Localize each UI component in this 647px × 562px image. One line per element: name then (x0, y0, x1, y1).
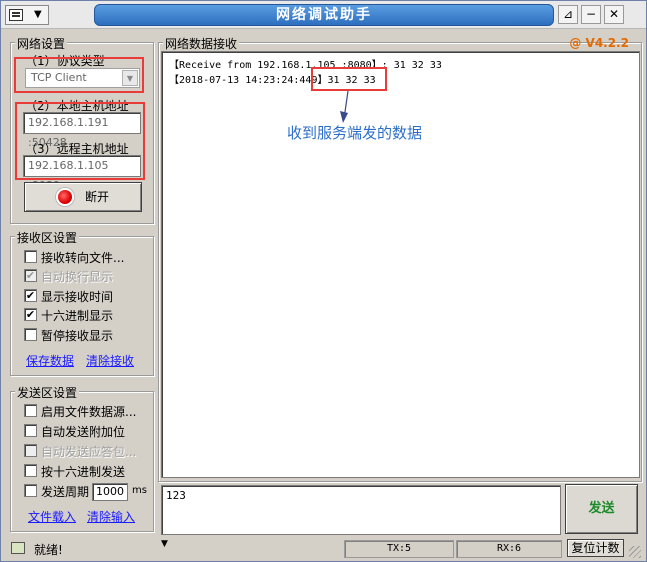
annotation-box-data (311, 67, 387, 91)
option-label: 启用文件数据源... (41, 405, 137, 419)
receive-settings-legend: 接收区设置 (15, 229, 80, 246)
status-led-icon (58, 190, 72, 204)
annotation-box-protocol (14, 57, 144, 93)
annotation-arrow-icon (340, 91, 349, 123)
option-label: 发送周期 (41, 485, 90, 499)
rx-counter: RX:6 (456, 540, 562, 558)
close-icon: ✕ (608, 7, 620, 21)
option-label: 接收转向文件... (41, 251, 125, 265)
option-label: 自动发送应答包... (41, 445, 137, 459)
version-label: @ V4.2.2 (569, 36, 629, 50)
chevron-down-icon: ▼ (34, 9, 42, 20)
save-data-link[interactable]: 保存数据 (26, 352, 74, 369)
minimize-button[interactable]: − (581, 5, 601, 24)
option-label: 十六进制显示 (41, 309, 114, 323)
option-label: 显示接收时间 (41, 290, 114, 304)
minimize-icon: − (585, 7, 597, 21)
checkbox[interactable] (24, 328, 37, 341)
checkbox[interactable] (24, 484, 37, 497)
checkbox (24, 444, 37, 457)
file-load-link[interactable]: 文件载入 (28, 508, 76, 525)
clear-receive-link[interactable]: 清除接收 (86, 352, 134, 369)
pin-button[interactable]: ⊿ (558, 5, 578, 24)
resize-grip-icon[interactable] (629, 546, 641, 558)
disconnect-button[interactable]: 断开 (24, 182, 142, 212)
checkbox: ✔ (24, 269, 37, 282)
close-button[interactable]: ✕ (604, 5, 624, 24)
system-menu-button[interactable]: ▼ (5, 5, 49, 25)
annotation-text: 收到服务端发的数据 (287, 124, 423, 142)
app-window: ▼ 网络调试助手 ⊿ − ✕ 网络设置 （1）协议类型 TCP Client ▼… (0, 0, 647, 562)
status-icon (11, 542, 25, 554)
checkbox[interactable]: ✔ (24, 289, 37, 302)
receive-area-legend: 网络数据接收 (163, 35, 240, 52)
receive-line: 【Receive from 192.168.1.105 :8080】: 31 3… (169, 60, 442, 71)
status-bar: 就绪! ▼ TX:5 RX:6 (1, 538, 646, 561)
send-button[interactable]: 发送 (565, 484, 638, 534)
reset-count-button[interactable]: 复位计数 (567, 539, 624, 557)
checkbox[interactable] (24, 424, 37, 437)
receive-textarea[interactable]: 【Receive from 192.168.1.105 :8080】: 31 3… (161, 51, 640, 478)
send-settings-legend: 发送区设置 (15, 384, 80, 401)
clear-input-link[interactable]: 清除输入 (87, 508, 135, 525)
annotation-box-addresses (15, 102, 145, 180)
caret-down-icon: ▼ (161, 539, 168, 549)
send-input[interactable]: 123 (161, 485, 561, 535)
app-icon (9, 9, 23, 21)
status-ready: 就绪! (34, 543, 63, 557)
checkbox[interactable] (24, 404, 37, 417)
option-label: 按十六进制发送 (41, 465, 126, 479)
tx-counter: TX:5 (344, 540, 454, 558)
checkbox[interactable] (24, 250, 37, 263)
send-period-input[interactable]: 1000 (92, 483, 128, 501)
title-bar: ▼ 网络调试助手 ⊿ − ✕ (1, 1, 646, 29)
network-settings-legend: 网络设置 (15, 35, 68, 52)
option-label: 自动换行显示 (41, 270, 114, 284)
option-label: 暂停接收显示 (41, 329, 114, 343)
window-title: 网络调试助手 (94, 4, 554, 26)
send-period-unit: ms (132, 485, 147, 496)
checkbox[interactable]: ✔ (24, 308, 37, 321)
option-label: 自动发送附加位 (41, 425, 126, 439)
pin-icon: ⊿ (562, 7, 574, 21)
disconnect-label: 断开 (85, 190, 110, 204)
checkbox[interactable] (24, 464, 37, 477)
